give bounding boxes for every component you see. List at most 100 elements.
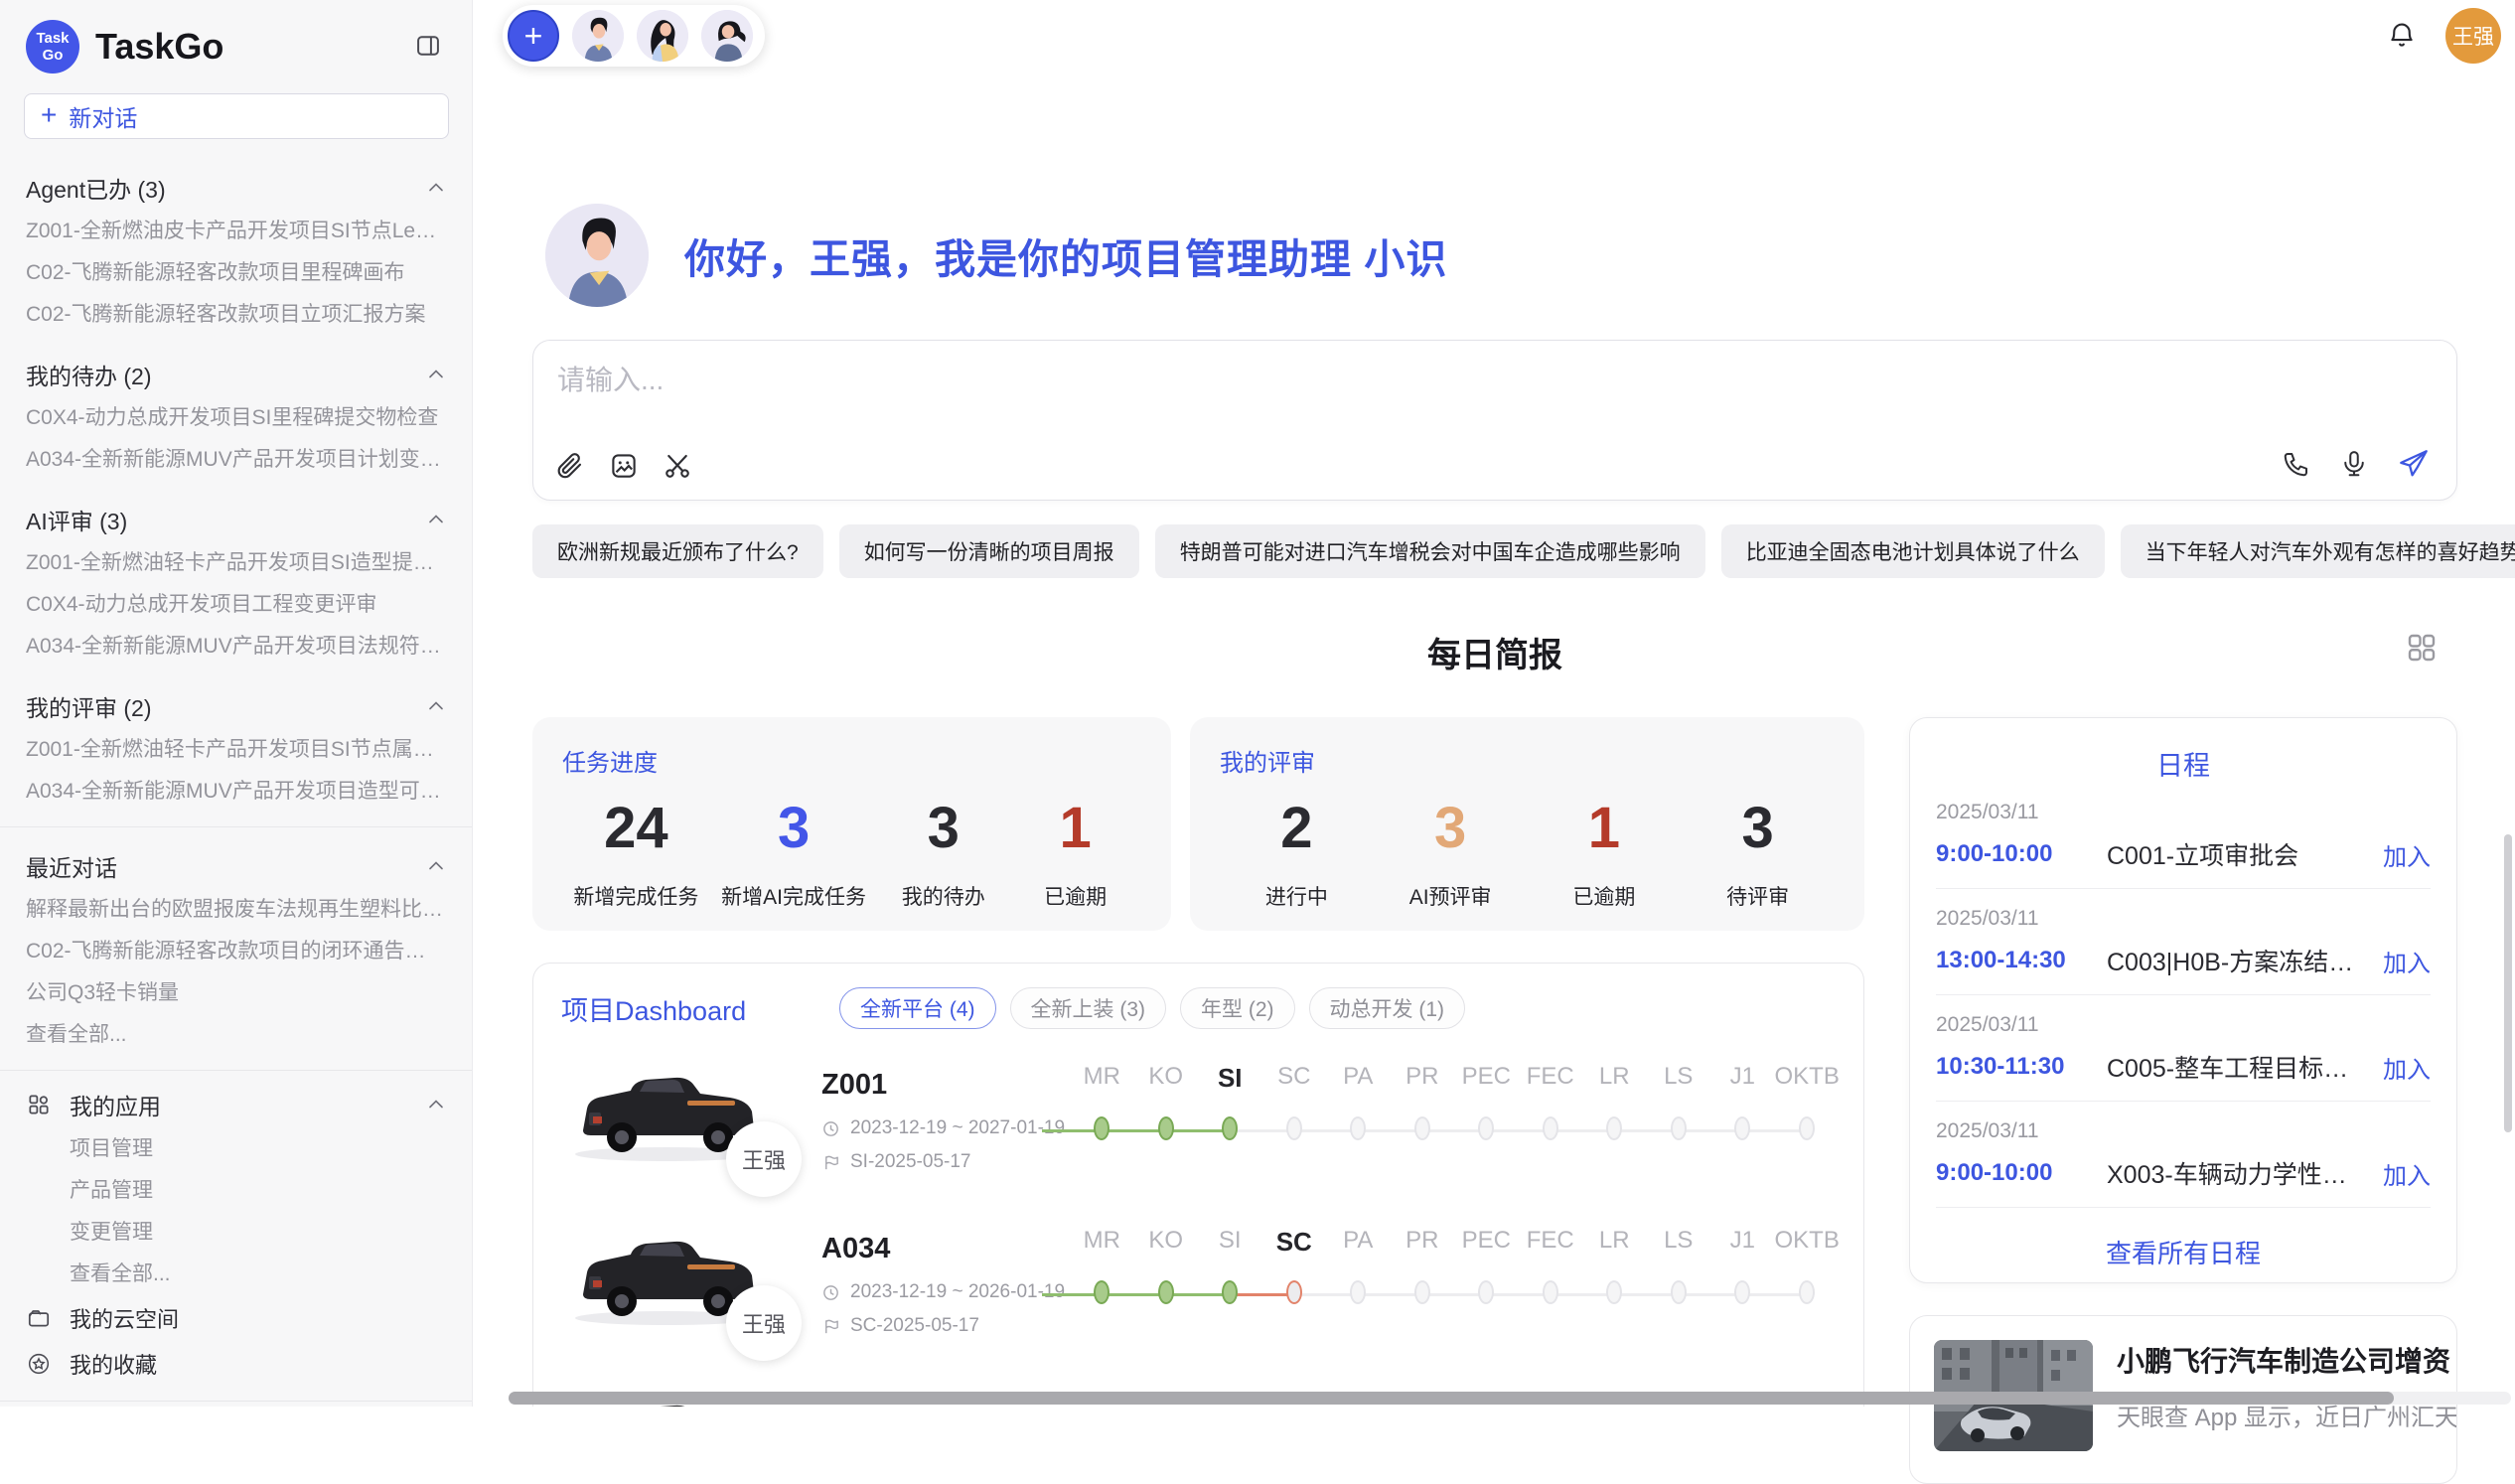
stat-label: 已逾期 [1021, 881, 1130, 911]
phone-icon [2282, 449, 2311, 479]
mic-icon [2339, 449, 2369, 479]
milestone-timeline: MRKOSISCPAPRPECFECLRLSJ1OKTB [1040, 1049, 1836, 1193]
sidebar-item[interactable]: Z001-全新燃油轻卡产品开发项目SI节点属性5D文件评审 [26, 729, 446, 771]
horizontal-scrollbar[interactable] [509, 1392, 2394, 1405]
milestone-label: PR [1391, 1227, 1455, 1255]
sidebar-section-header[interactable]: 最近对话 [26, 843, 446, 889]
project-dates: 2023-12-19 ~ 2027-01-19 [821, 1117, 1040, 1139]
join-link[interactable]: 加入 [2383, 1156, 2431, 1191]
layout-toggle-button[interactable] [2404, 630, 2440, 668]
microphone-button[interactable] [2339, 449, 2369, 482]
milestone-node [1606, 1116, 1622, 1140]
screenshot-button[interactable] [663, 451, 692, 484]
sidebar-section-header[interactable]: 我的待办 (2) [26, 352, 446, 397]
sidebar-item[interactable]: C02-飞腾新能源轻客改款项目的闭环通告反馈情况 [26, 931, 446, 972]
user-avatar[interactable]: 王强 [2445, 8, 2501, 64]
milestone-label: KO [1134, 1063, 1199, 1091]
suggestion-chip[interactable]: 欧洲新规最近颁布了什么? [532, 524, 823, 578]
join-link[interactable]: 加入 [2383, 837, 2431, 872]
divider [0, 1070, 472, 1071]
project-media: 王强 [561, 1049, 810, 1193]
sidebar-item[interactable]: A034-全新新能源MUV产品开发项目法规符合性评审 [26, 626, 446, 668]
avatar-illustration [572, 10, 624, 62]
sidebar-item[interactable]: 公司Q3轻卡销量 [26, 972, 446, 1014]
sidebar-item-star[interactable]: 我的收藏 [26, 1341, 446, 1387]
join-link[interactable]: 加入 [2383, 1050, 2431, 1085]
bell-icon [2386, 19, 2418, 51]
project-row[interactable]: 王强A0342023-12-19 ~ 2026-01-19SC-2025-05-… [561, 1213, 1836, 1357]
sidebar-sections: Agent已办 (3)Z001-全新燃油皮卡产品开发项目SI节点Lesson L… [0, 143, 472, 1407]
sidebar-item-my-apps[interactable]: 我的应用 [26, 1081, 446, 1128]
avatar[interactable] [572, 10, 624, 62]
sidebar-item[interactable]: C0X4-动力总成开发项目SI里程碑提交物检查 [26, 397, 446, 439]
stat: 3新增AI完成任务 [721, 784, 866, 911]
chat-input[interactable] [555, 357, 2244, 414]
divider [0, 826, 472, 827]
suggestion-chip[interactable]: 特朗普可能对进口汽车增税会对中国车企造成哪些影响 [1155, 524, 1705, 578]
star-icon [26, 1351, 52, 1377]
milestone-node [1158, 1280, 1174, 1304]
sidebar-item[interactable]: Z001-全新燃油皮卡产品开发项目SI节点Lesson Learn报告 [26, 211, 446, 252]
avatar[interactable] [701, 10, 753, 62]
sidebar-app-item[interactable]: 项目管理 [26, 1128, 446, 1170]
schedule-event: 2025/03/119:00-10:00C001-立项审批会加入 [1936, 783, 2431, 889]
new-chat-button[interactable]: + 新对话 [24, 93, 449, 139]
notifications-button[interactable] [2386, 19, 2418, 54]
news-title: 小鹏飞行汽车制造公司增资 [2117, 1340, 2457, 1380]
send-button[interactable] [2397, 447, 2431, 484]
sidebar-item[interactable]: C02-飞腾新能源轻客改款项目里程碑画布 [26, 252, 446, 294]
stat-label: 已逾期 [1550, 881, 1659, 911]
sidebar-item[interactable]: C0X4-动力总成开发项目工程变更评审 [26, 584, 446, 626]
briefing-card: 我的评审2进行中3AI预评审1已逾期3待评审 [1190, 717, 1864, 931]
dashboard-tab[interactable]: 年型 (2) [1180, 987, 1295, 1029]
chevron-up-icon [426, 510, 446, 529]
voice-call-button[interactable] [2282, 449, 2311, 482]
briefing-header: 每日简报 [532, 628, 2457, 676]
sidebar-app-item[interactable]: 产品管理 [26, 1170, 446, 1212]
add-session-button[interactable]: + [508, 10, 559, 62]
suggestion-chip[interactable]: 比亚迪全固态电池计划具体说了什么 [1721, 524, 2105, 578]
sidebar-item[interactable]: A034-全新新能源MUV产品开发项目造型可行性评审 [26, 771, 446, 813]
schedule-events: 2025/03/119:00-10:00C001-立项审批会加入2025/03/… [1936, 783, 2431, 1208]
sidebar-section-header[interactable]: AI评审 (3) [26, 497, 446, 542]
stat: 2进行中 [1242, 784, 1351, 911]
sidebar-app-item[interactable]: 查看全部... [26, 1254, 446, 1295]
sidebar-section-header[interactable]: 我的评审 (2) [26, 683, 446, 729]
composer-tools-left [555, 451, 692, 484]
sidebar-collapse-button[interactable] [410, 28, 446, 67]
avatar[interactable] [637, 10, 688, 62]
sidebar-item-cloud[interactable]: 我的云空间 [26, 1295, 446, 1341]
sidebar-item[interactable]: A034-全新新能源MUV产品开发项目计划变更表编写 [26, 439, 446, 481]
card-title: 任务进度 [562, 743, 1141, 778]
image-upload-button[interactable] [609, 451, 639, 484]
owner-badge: 王强 [726, 1121, 802, 1197]
suggestion-chips: 欧洲新规最近颁布了什么? 如何写一份清晰的项目周报特朗普可能对进口汽车增税会对中国… [532, 524, 2457, 578]
sidebar-section-header[interactable]: Agent已办 (3) [26, 165, 446, 211]
milestone-label: J1 [1710, 1063, 1775, 1091]
suggestion-chip[interactable]: 当下年轻人对汽车外观有怎样的喜好趋势 [2121, 524, 2515, 578]
logo-text-bottom: Go [43, 47, 64, 64]
sidebar-item[interactable]: C02-飞腾新能源轻客改款项目立项汇报方案 [26, 294, 446, 336]
stat-value: 3 [889, 784, 998, 873]
sidebar-item[interactable]: Z001-全新燃油轻卡产品开发项目SI造型提交物评审 [26, 542, 446, 584]
milestone-label: OKTB [1775, 1227, 1840, 1255]
suggestion-chip[interactable]: 如何写一份清晰的项目周报 [839, 524, 1139, 578]
new-chat-label: 新对话 [69, 99, 137, 133]
project-row[interactable]: 王强Z0012023-12-19 ~ 2027-01-19SI-2025-05-… [561, 1049, 1836, 1193]
dashboard-tab[interactable]: 全新上装 (3) [1010, 987, 1167, 1029]
vertical-scrollbar[interactable] [2504, 834, 2512, 1132]
join-link[interactable]: 加入 [2383, 944, 2431, 978]
schedule-panel: 日程 2025/03/119:00-10:00C001-立项审批会加入2025/… [1909, 717, 2457, 1283]
milestone-label: KO [1134, 1227, 1199, 1255]
sidebar-app-item[interactable]: 变更管理 [26, 1212, 446, 1254]
sidebar-item[interactable]: 解释最新出台的欧盟报废车法规再生塑料比例被调至15%... [26, 889, 446, 931]
owner-badge: 王强 [726, 1285, 802, 1361]
stat-label: 新增完成任务 [573, 881, 698, 911]
dashboard-tab[interactable]: 动总开发 (1) [1309, 987, 1466, 1029]
section-title: 我的待办 (2) [26, 358, 152, 391]
attach-button[interactable] [555, 451, 585, 484]
view-all-schedule-link[interactable]: 查看所有日程 [1936, 1234, 2431, 1270]
dashboard-tab[interactable]: 全新平台 (4) [839, 987, 996, 1029]
paperclip-icon [555, 451, 585, 481]
sidebar-item[interactable]: 查看全部... [26, 1014, 446, 1056]
